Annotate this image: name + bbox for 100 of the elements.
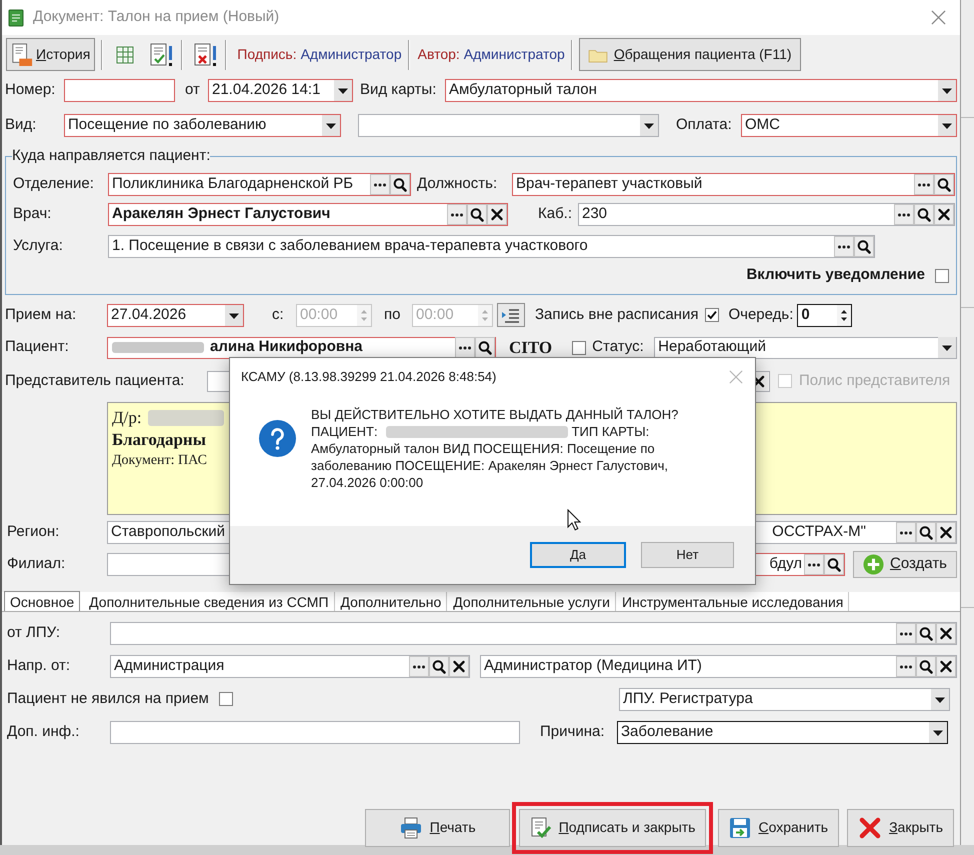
dropdown-field[interactable]: Амбулаторный талон (445, 79, 957, 102)
caret-down-icon[interactable] (322, 115, 340, 136)
search-icon[interactable] (916, 656, 936, 676)
lookup-field[interactable]: Врач-терапевт участковый (512, 172, 955, 196)
close-icon[interactable] (931, 10, 946, 25)
dropdown-field[interactable]: Посещение по заболеванию (64, 114, 341, 137)
ellipsis-icon[interactable] (914, 174, 934, 194)
search-icon[interactable] (467, 204, 487, 224)
ellipsis-icon[interactable] (894, 204, 914, 224)
search-icon[interactable] (934, 174, 954, 194)
field-label: Врач: (13, 204, 52, 224)
search-icon[interactable] (475, 337, 495, 358)
search-icon[interactable] (916, 522, 936, 542)
tab[interactable]: Дополнительные сведения из ССМП (84, 592, 335, 610)
dropdown-field[interactable]: ОМС (741, 114, 957, 137)
ellipsis-icon[interactable] (834, 236, 854, 256)
footer-button[interactable]: Сохранить (718, 808, 840, 846)
history-button[interactable]: История (6, 38, 96, 71)
search-icon[interactable] (824, 554, 844, 574)
cross-icon[interactable] (936, 522, 956, 542)
footer-button[interactable]: Печать (364, 808, 510, 846)
field-label: Доп. инф.: (7, 722, 80, 742)
ellipsis-icon[interactable] (370, 174, 390, 194)
patient-city: Благодарны (112, 428, 206, 450)
lookup-field[interactable]: Администрация (110, 654, 470, 678)
dialog-text: Амбулаторный талон ВИД ПОСЕЩЕНИЯ: Посещение по заболеванию ПОСЕЩЕНИЕ: Аракелян Эрнест Галустович, 27.04.2026 0:00:00 (311, 440, 669, 491)
author-value: Администратор (464, 45, 565, 64)
lookup-field[interactable]: алина Никифоровна (107, 336, 496, 358)
lookup-field[interactable] (110, 622, 957, 644)
lookup-field[interactable]: 1. Посещение в связи с заболеванием врача-терапевта участкового (108, 234, 875, 258)
dialog-title: КСАМУ (8.13.98.39299 21.04.2026 8:48:54) (241, 368, 496, 386)
lookup-field[interactable]: 230 (578, 202, 955, 226)
dropdown-field[interactable]: Неработающий (654, 336, 957, 358)
ellipsis-icon[interactable] (804, 554, 824, 574)
table-icon[interactable] (115, 44, 136, 64)
tab[interactable]: Основное (4, 590, 80, 610)
dropdown-field[interactable]: ЛПУ. Регистратура (619, 688, 950, 710)
dialog-button[interactable]: Да (530, 542, 626, 568)
create-button[interactable]: Создать (853, 550, 957, 578)
checkbox[interactable] (935, 268, 949, 282)
checkbox[interactable] (572, 340, 586, 354)
patient-visits-button[interactable]: Обращения пациента (F11) (578, 38, 801, 71)
list-icon[interactable] (497, 303, 525, 327)
caret-down-icon[interactable] (640, 115, 658, 136)
input-field[interactable] (110, 720, 520, 744)
cross-icon[interactable] (449, 656, 469, 676)
date-field[interactable]: 21.04.2026 14:1 (208, 79, 353, 102)
search-icon[interactable] (854, 236, 874, 256)
field-label: Вид: (5, 115, 38, 136)
search-icon[interactable] (916, 622, 936, 644)
footer-button[interactable]: Закрыть (847, 808, 954, 846)
lookup-field[interactable]: Аракелян Эрнест Галустович (108, 202, 508, 226)
ellipsis-icon[interactable] (896, 622, 916, 644)
caret-down-icon[interactable] (931, 688, 949, 710)
field-label: по (384, 304, 402, 325)
tab[interactable]: Инструментальные исследования (616, 592, 850, 610)
search-icon[interactable] (914, 204, 934, 224)
cross-icon (858, 816, 882, 840)
caret-down-icon[interactable] (938, 337, 956, 358)
cross-icon[interactable] (936, 656, 956, 676)
caret-down-icon[interactable] (938, 115, 956, 136)
field-label: Пациент: (5, 337, 70, 358)
dialog-button[interactable]: Нет (641, 542, 734, 568)
dropdown-field[interactable]: Заболевание (617, 720, 948, 744)
checkbox[interactable] (218, 692, 233, 706)
ellipsis-icon[interactable] (896, 656, 916, 676)
field-label: Представитель пациента: (5, 370, 186, 391)
field-label: с: (272, 304, 285, 325)
input-field[interactable] (64, 79, 175, 102)
search-icon[interactable] (429, 656, 449, 676)
lookup-field[interactable]: бдул (753, 552, 845, 576)
caret-down-icon[interactable] (929, 722, 947, 742)
date-field[interactable]: 27.04.2026 (107, 304, 244, 326)
checkbox[interactable] (705, 308, 720, 322)
lookup-field[interactable]: Администратор (Медицина ИТ) (480, 654, 957, 678)
tab[interactable]: Дополнительно (336, 592, 448, 610)
ellipsis-icon[interactable] (896, 522, 916, 542)
cross-icon[interactable] (487, 204, 507, 224)
ellipsis-icon[interactable] (409, 656, 429, 676)
field-label: Пациент не явился на прием (7, 688, 209, 709)
spin-arrows-icon[interactable] (837, 304, 852, 326)
document-icon (11, 42, 33, 66)
caret-down-icon[interactable] (225, 304, 243, 326)
field-label: Включить уведомление (746, 265, 925, 286)
ellipsis-icon[interactable] (447, 204, 467, 224)
field-label: Прием на: (5, 304, 78, 325)
lookup-field[interactable]: Поликлиника Благодарненской РБ (108, 172, 411, 196)
field-label: Полис представителя (799, 370, 950, 391)
footer-button[interactable]: Подписать и закрыть (518, 808, 706, 846)
caret-down-icon[interactable] (334, 80, 352, 101)
spin-field[interactable]: 0 (797, 304, 852, 326)
caret-down-icon[interactable] (938, 80, 956, 101)
birth-date-label: Д/р: (112, 406, 142, 429)
ellipsis-icon[interactable] (455, 337, 475, 358)
dropdown-field[interactable] (358, 114, 659, 137)
patient-document: Документ: ПАС (112, 452, 207, 470)
search-icon[interactable] (390, 174, 410, 194)
cross-icon[interactable] (934, 204, 954, 224)
tab[interactable]: Дополнительные услуги (448, 592, 616, 610)
cross-icon[interactable] (936, 622, 956, 644)
